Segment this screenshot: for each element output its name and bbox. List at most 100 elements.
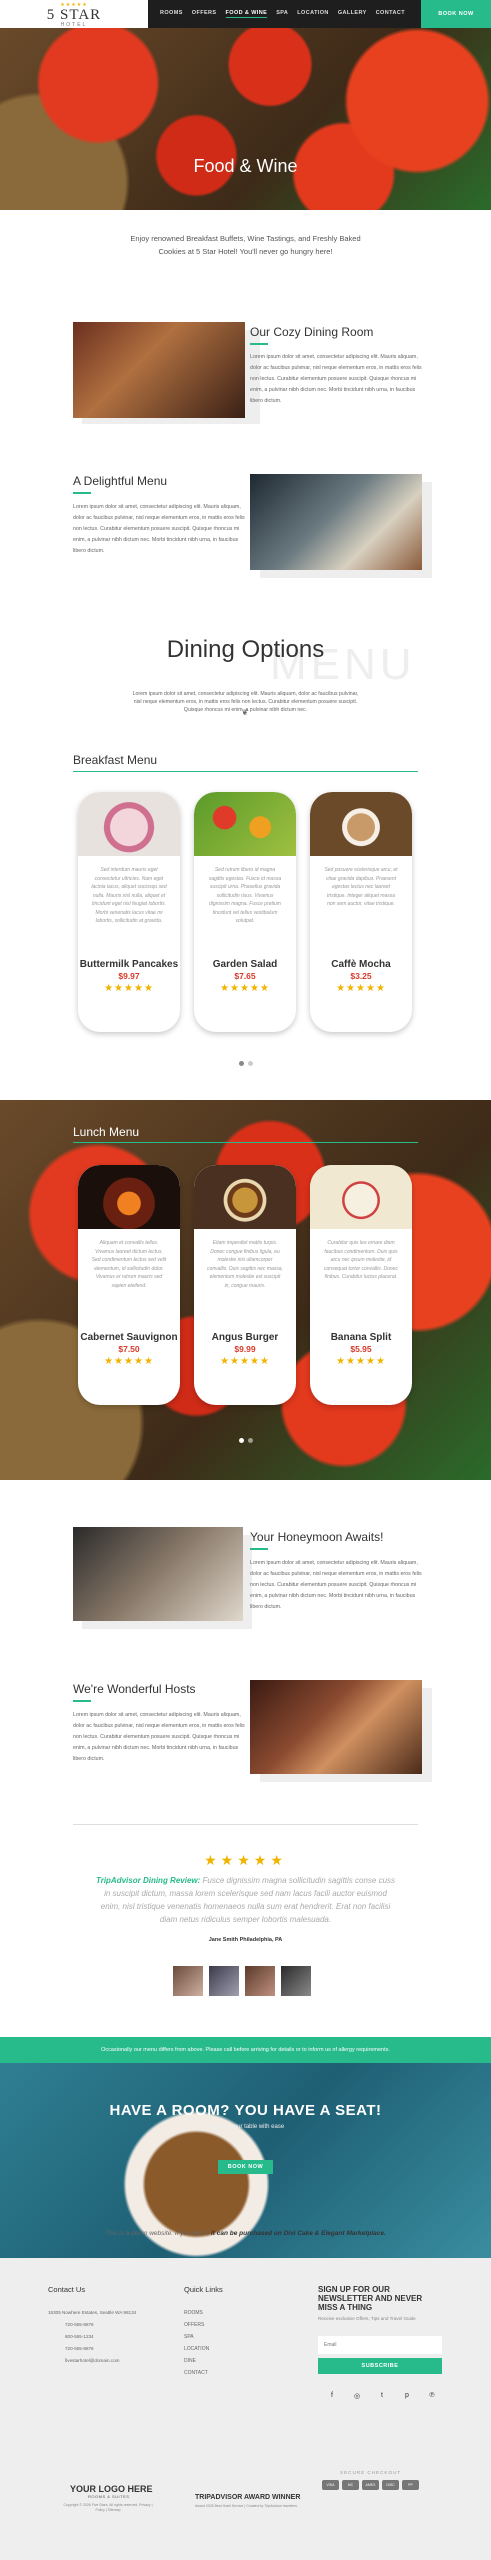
menu-card[interactable]: Curabitur quis leo ornare diam faucibus …: [310, 1165, 412, 1405]
card-price: $5.95: [350, 1344, 372, 1354]
ornament-icon: ❦: [241, 708, 249, 717]
card-name: Cabernet Sauvignon: [80, 1332, 178, 1343]
avatar[interactable]: [173, 1966, 203, 1996]
carousel-dot[interactable]: [238, 1061, 244, 1066]
newsletter-subtitle: Receive exclusive Offers, Tips and Trave…: [318, 2316, 416, 2321]
address: 15305 Nowhere Estates, Seattle WA 98134: [48, 2310, 137, 2315]
footer-link-dine[interactable]: DINE: [184, 2355, 196, 2367]
logo[interactable]: ★★★★★ 5 STAR HOTEL: [0, 0, 148, 30]
intro-text: Enjoy renowned Breakfast Buffets, Wine T…: [130, 234, 361, 256]
phone[interactable]: 800-555-1234: [65, 2331, 94, 2343]
avatar[interactable]: [245, 1966, 275, 1996]
divider: [73, 1824, 418, 1825]
footer-link-rooms[interactable]: ROOMS: [184, 2307, 203, 2319]
review-quote: TripAdvisor Dining Review: Fusce digniss…: [95, 1874, 396, 1926]
main-nav: ROOMS OFFERS FOOD & WINE SPA LOCATION GA…: [160, 10, 414, 18]
divider: [250, 1548, 268, 1550]
rating-stars: ★★★★★: [336, 1356, 386, 1367]
card-price: $9.99: [234, 1344, 256, 1354]
menu-card[interactable]: Sed rutrum libero id magna sagittis eges…: [194, 792, 296, 1032]
carousel-dot[interactable]: [247, 1061, 253, 1066]
menu-card[interactable]: Aliquam et convallis tellus. Vivamus lao…: [78, 1165, 180, 1405]
pinterest-icon[interactable]: p: [402, 2392, 412, 2402]
card-name: Buttermilk Pancakes: [79, 959, 179, 970]
avatar[interactable]: [281, 1966, 311, 1996]
section-text: Lorem ipsum dolor sit amet, consectetur …: [73, 504, 245, 554]
banner-subtitle: Reserve your table with ease: [206, 2124, 285, 2130]
paypal-icon: PP: [402, 2480, 419, 2490]
card-description: Sed rutrum libero id magna sagittis eges…: [208, 867, 282, 924]
card-name: Garden Salad: [212, 959, 278, 970]
facebook-icon[interactable]: f: [327, 2392, 337, 2402]
email-link[interactable]: fivestarhotel@domain.com: [65, 2355, 119, 2367]
twitter-icon[interactable]: t: [377, 2392, 387, 2402]
carousel-dot[interactable]: [247, 1438, 253, 1443]
carousel-dot[interactable]: [238, 1438, 244, 1443]
phone[interactable]: 720-555-8876: [65, 2319, 94, 2331]
banana-split-image: [310, 1165, 412, 1229]
section-title: Your Honeymoon Awaits!: [250, 1530, 384, 1544]
allergy-notice: Occasionally our menu differs from above…: [0, 2037, 491, 2063]
salad-image: [194, 792, 296, 856]
divider: [73, 1142, 418, 1143]
section-title: We're Wonderful Hosts: [73, 1682, 196, 1696]
newsletter-heading: SIGN UP FOR OUR NEWSLETTER AND NEVER MIS…: [318, 2285, 423, 2312]
footer-link-contact[interactable]: CONTACT: [184, 2367, 208, 2379]
nav-offers[interactable]: OFFERS: [192, 10, 217, 18]
instagram-icon[interactable]: ◎: [352, 2392, 362, 2402]
mastercard-icon: MC: [342, 2480, 359, 2490]
card-name: Caffè Mocha: [331, 959, 391, 970]
rating-stars: ★★★★★: [220, 1356, 270, 1367]
section-text: Lorem ipsum dolor sit amet, consectetur …: [73, 1712, 245, 1762]
menu-card[interactable]: Sed interdum mauris eget consectetur ult…: [78, 792, 180, 1032]
breakfast-menu-label: Breakfast Menu: [73, 753, 158, 767]
card-description: Aliquam et convallis tellus. Vivamus lao…: [91, 1240, 167, 1289]
divider: [73, 771, 418, 772]
visa-icon: VISA: [322, 2480, 339, 2490]
burger-image: [194, 1165, 296, 1229]
nav-spa[interactable]: SPA: [276, 10, 288, 18]
quick-links-heading: Quick Links: [184, 2285, 223, 2294]
footer-logo-subtitle: ROOMS & SUITES: [88, 2494, 130, 2499]
nav-food-wine[interactable]: FOOD & WINE: [225, 10, 268, 18]
rating-stars: ★★★★★: [104, 1356, 154, 1367]
book-now-button[interactable]: BOOK NOW: [421, 0, 491, 28]
section-title: Our Cozy Dining Room: [250, 325, 374, 339]
menu-card[interactable]: Sed posuere scelerisque arcu, et vitae g…: [310, 792, 412, 1032]
dining-options-title: Dining Options: [166, 636, 325, 663]
nav-location[interactable]: LOCATION: [297, 10, 329, 18]
card-name: Banana Split: [330, 1332, 392, 1343]
card-price: $9.97: [118, 971, 140, 981]
rating-stars: ★★★★★: [336, 983, 386, 994]
podcast-icon[interactable]: ℗: [427, 2392, 437, 2402]
section-text: Lorem ipsum dolor sit amet, consectetur …: [250, 1560, 422, 1610]
nav-rooms[interactable]: ROOMS: [160, 10, 183, 18]
demo-purchase-link[interactable]: it can be purchased on Divi Cake & Elega…: [211, 2230, 386, 2237]
divider: [73, 1700, 91, 1702]
footer-logo[interactable]: YOUR LOGO HERE: [70, 2484, 153, 2494]
card-name: Angus Burger: [211, 1332, 279, 1343]
footer-link-spa[interactable]: SPA: [184, 2331, 194, 2343]
banner-book-now-button[interactable]: BOOK NOW: [218, 2160, 273, 2174]
contact-heading: Contact Us: [48, 2285, 86, 2294]
nav-contact[interactable]: CONTACT: [376, 10, 405, 18]
footer-link-offers[interactable]: OFFERS: [184, 2319, 204, 2331]
carousel-dots: [0, 1061, 491, 1066]
award-text: Award 2025 Best Hotel Service | Curated …: [195, 2504, 298, 2508]
wine-image: [78, 1165, 180, 1229]
couple-toast-image: [73, 1527, 243, 1621]
demo-text: This is a demo website. If you like it,: [105, 2230, 211, 2237]
review-lead: TripAdvisor Dining Review:: [95, 1876, 201, 1885]
rating-stars: ★★★★★: [220, 983, 270, 994]
footer-link-location[interactable]: LOCATION: [184, 2343, 209, 2355]
dining-room-image: [73, 322, 245, 418]
email-input[interactable]: [318, 2336, 442, 2354]
menu-card[interactable]: Etiam imperdiet mattis turpis. Donec con…: [194, 1165, 296, 1405]
phone[interactable]: 720-555-8876: [65, 2343, 94, 2355]
pancakes-image: [78, 792, 180, 856]
avatar[interactable]: [209, 1966, 239, 1996]
subscribe-button[interactable]: SUBSCRIBE: [318, 2358, 442, 2374]
nav-gallery[interactable]: GALLERY: [338, 10, 367, 18]
review-stars: ★★★★★: [204, 1852, 287, 1868]
amex-icon: AMEX: [362, 2480, 379, 2490]
